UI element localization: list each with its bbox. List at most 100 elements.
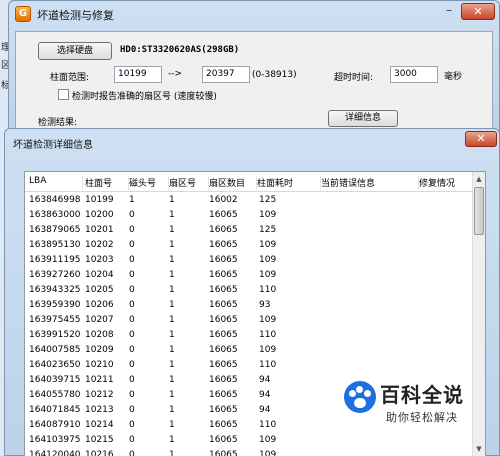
cell-sector: 1 — [169, 315, 175, 325]
column-header-lba[interactable]: LBA — [29, 176, 83, 190]
cell-cylinder: 10207 — [85, 315, 114, 325]
cell-cylinder-time: 94 — [259, 390, 271, 400]
cylinder-to-input[interactable]: 20397 — [202, 66, 250, 83]
cell-sector: 1 — [169, 270, 175, 280]
cell-sector: 1 — [169, 330, 175, 340]
cell-sector: 1 — [169, 435, 175, 445]
cell-cylinder-time: 109 — [259, 255, 277, 265]
cell-lba: 163846998 — [29, 195, 81, 205]
table-row[interactable]: 163911195 10203 0 1 16065 109 — [25, 253, 473, 268]
cylinder-total: (0-38913) — [252, 70, 297, 80]
table-row[interactable]: 163991520 10208 0 1 16065 110 — [25, 328, 473, 343]
cell-head: 0 — [129, 330, 135, 340]
details-button[interactable]: 详细信息 — [328, 110, 398, 127]
cell-sector: 1 — [169, 405, 175, 415]
cell-cylinder-time: 109 — [259, 345, 277, 355]
cell-head: 0 — [129, 435, 135, 445]
table-row[interactable]: 164103975 10215 0 1 16065 109 — [25, 433, 473, 448]
cell-cylinder-time: 109 — [259, 450, 277, 456]
watermark-slogan: 助你轻松解决 — [386, 411, 458, 424]
cell-head: 0 — [129, 225, 135, 235]
cell-sector: 1 — [169, 195, 175, 205]
column-header-cylinder[interactable]: 柱面号 — [85, 176, 129, 190]
cell-sector-count: 16065 — [209, 360, 238, 370]
result-label: 检测结果: — [38, 118, 78, 128]
cell-cylinder-time: 94 — [259, 375, 271, 385]
table-row[interactable]: 163879065 10201 0 1 16065 125 — [25, 223, 473, 238]
cell-lba: 164103975 — [29, 435, 81, 445]
cylinder-from-input[interactable]: 10199 — [114, 66, 162, 83]
cell-head: 1 — [129, 195, 135, 205]
window-client: 选择硬盘 HD0:ST3320620AS(298GB) 柱面范围: 10199 … — [15, 31, 493, 134]
table-row[interactable]: 163943325 10205 0 1 16065 110 — [25, 283, 473, 298]
bad-sector-window: G 坏道检测与修复 – ✕ 选择硬盘 HD0:ST3320620AS(298GB… — [8, 0, 500, 135]
cell-head: 0 — [129, 405, 135, 415]
scroll-down-icon[interactable]: ▼ — [473, 442, 485, 456]
cell-cylinder: 10206 — [85, 300, 114, 310]
cell-cylinder-time: 125 — [259, 225, 277, 235]
cell-lba: 164055780 — [29, 390, 81, 400]
cell-cylinder-time: 94 — [259, 405, 271, 415]
cell-sector: 1 — [169, 450, 175, 456]
cell-sector: 1 — [169, 375, 175, 385]
select-disk-button[interactable]: 选择硬盘 — [38, 42, 112, 60]
cell-lba: 164120040 — [29, 450, 81, 456]
scroll-up-icon[interactable]: ▲ — [473, 172, 485, 186]
cell-sector-count: 16065 — [209, 210, 238, 220]
accurate-sector-label: 检测时报告准确的扇区号 (速度较慢) — [72, 92, 217, 102]
cell-sector: 1 — [169, 210, 175, 220]
cell-sector: 1 — [169, 345, 175, 355]
table-row[interactable]: 163863000 10200 0 1 16065 109 — [25, 208, 473, 223]
column-header-error[interactable]: 当前错误信息 — [321, 176, 419, 190]
table-row[interactable]: 163846998 10199 1 1 16002 125 — [25, 193, 473, 208]
column-header-head[interactable]: 磁头号 — [129, 176, 169, 190]
close-button[interactable]: ✕ — [461, 3, 495, 20]
table-row[interactable]: 163975455 10207 0 1 16065 109 — [25, 313, 473, 328]
cell-lba: 163911195 — [29, 255, 81, 265]
cell-lba: 163879065 — [29, 225, 81, 235]
cell-lba: 164087910 — [29, 420, 81, 430]
column-header-sector[interactable]: 扇区号 — [169, 176, 209, 190]
cell-cylinder-time: 109 — [259, 240, 277, 250]
cell-cylinder-time: 109 — [259, 435, 277, 445]
cell-lba: 163895130 — [29, 240, 81, 250]
cell-lba: 163863000 — [29, 210, 81, 220]
scroll-thumb[interactable] — [474, 187, 484, 235]
cell-sector-count: 16065 — [209, 315, 238, 325]
cell-cylinder: 10210 — [85, 360, 114, 370]
table-row[interactable]: 164120040 10216 0 1 16065 109 — [25, 448, 473, 456]
cell-cylinder: 10215 — [85, 435, 114, 445]
table-row[interactable]: 164023650 10210 0 1 16065 110 — [25, 358, 473, 373]
cell-lba: 164039715 — [29, 375, 81, 385]
cell-cylinder-time: 110 — [259, 285, 277, 295]
column-header-cylinder-time[interactable]: 柱面耗时 — [257, 176, 321, 190]
cell-cylinder: 10203 — [85, 255, 114, 265]
cylinder-range-label: 柱面范围: — [50, 73, 90, 83]
cell-cylinder: 10208 — [85, 330, 114, 340]
watermark-brand: 百科全说 — [380, 383, 464, 407]
cell-cylinder-time: 109 — [259, 315, 277, 325]
table-row[interactable]: 163927260 10204 0 1 16065 109 — [25, 268, 473, 283]
cell-sector-count: 16065 — [209, 450, 238, 456]
close-button[interactable]: ✕ — [465, 131, 497, 147]
table-row[interactable]: 163959390 10206 0 1 16065 93 — [25, 298, 473, 313]
title-bar[interactable]: G 坏道检测与修复 – ✕ — [9, 1, 499, 27]
column-header-sector-count[interactable]: 扇区数目 — [209, 176, 257, 190]
cell-sector: 1 — [169, 285, 175, 295]
cell-cylinder: 10211 — [85, 375, 114, 385]
cell-sector: 1 — [169, 255, 175, 265]
minimize-button[interactable]: – — [441, 4, 457, 19]
cell-cylinder: 10212 — [85, 390, 114, 400]
cell-sector-count: 16065 — [209, 390, 238, 400]
timeout-unit: 毫秒 — [444, 72, 463, 82]
table-row[interactable]: 163895130 10202 0 1 16065 109 — [25, 238, 473, 253]
timeout-input[interactable]: 3000 — [390, 66, 438, 83]
cell-sector-count: 16065 — [209, 240, 238, 250]
detail-window-title: 坏道检测详细信息 — [13, 140, 93, 151]
column-header-repair[interactable]: 修复情况 — [419, 176, 473, 190]
cell-cylinder: 10200 — [85, 210, 114, 220]
cell-sector-count: 16065 — [209, 375, 238, 385]
cell-head: 0 — [129, 360, 135, 370]
accurate-sector-checkbox[interactable] — [58, 89, 69, 100]
table-row[interactable]: 164007585 10209 0 1 16065 109 — [25, 343, 473, 358]
